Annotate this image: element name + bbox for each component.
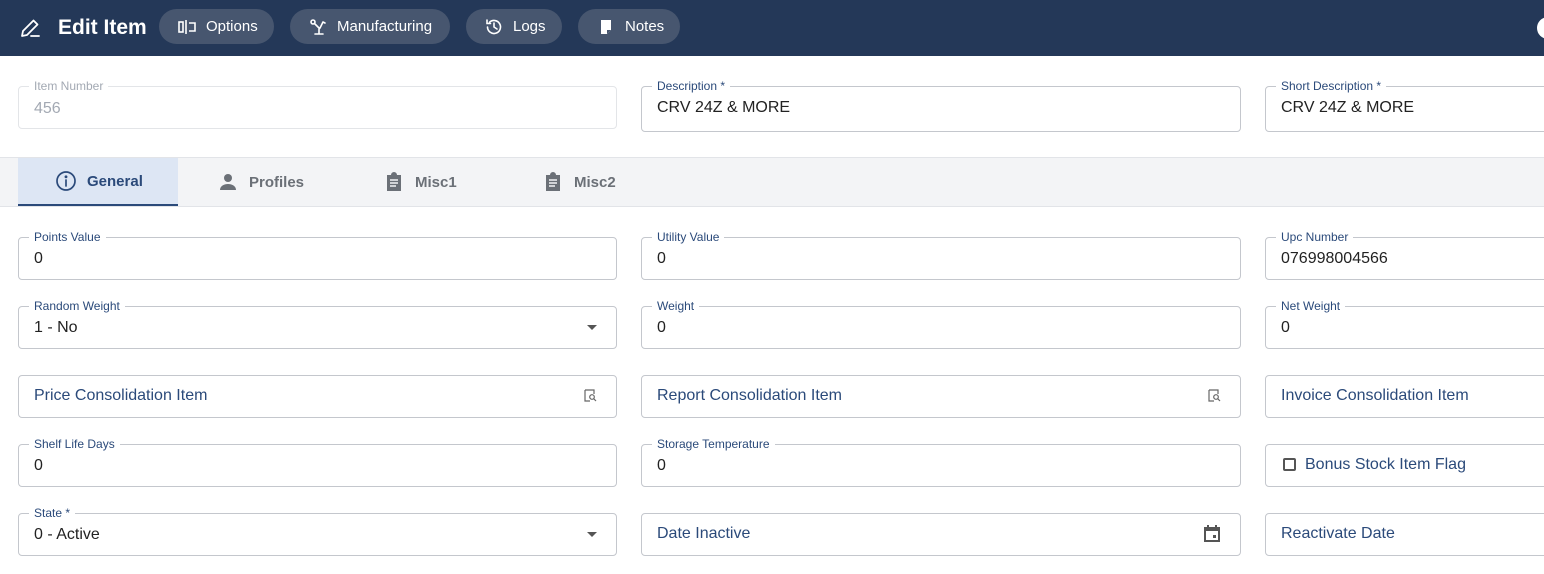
bonus-stock-item-flag-checkbox[interactable]	[1283, 458, 1296, 471]
tab-misc2-label: Misc2	[574, 173, 616, 191]
weight-label: Weight	[652, 299, 700, 313]
tab-general-label: General	[87, 172, 143, 190]
net-weight-value: 0	[1281, 319, 1290, 336]
search-icon[interactable]	[584, 389, 597, 402]
tab-profiles-label: Profiles	[249, 173, 305, 191]
robot-arm-icon	[310, 18, 326, 35]
clipboard-icon	[546, 172, 560, 191]
tab-misc2[interactable]: Misc2	[542, 158, 616, 206]
storage-temperature-label: Storage Temperature	[652, 437, 775, 451]
utility-value-value: 0	[657, 250, 666, 267]
utility-value-field[interactable]: Utility Value 0	[641, 230, 1241, 280]
page-title: Edit Item	[58, 16, 147, 39]
upc-number-field[interactable]: Upc Number 076998004566	[1265, 230, 1544, 280]
chevron-down-icon[interactable]	[587, 325, 597, 330]
tab-bar: General Profiles Misc1 Misc2	[0, 157, 1544, 207]
tab-misc1-label: Misc1	[415, 173, 457, 191]
clipboard-icon	[387, 172, 401, 191]
shelf-life-days-value: 0	[34, 457, 43, 474]
options-icon	[178, 19, 196, 34]
invoice-consolidation-item-placeholder: Invoice Consolidation Item	[1281, 387, 1469, 404]
item-number-label: Item Number	[29, 79, 109, 93]
random-weight-value: 1 - No	[34, 319, 78, 336]
options-button[interactable]: Options	[159, 9, 274, 44]
tab-misc1[interactable]: Misc1	[383, 158, 457, 206]
points-value-value: 0	[34, 250, 43, 267]
points-value-field[interactable]: Points Value 0	[18, 230, 617, 280]
reactivate-date-placeholder: Reactivate Date	[1281, 525, 1395, 542]
info-icon	[56, 171, 76, 191]
chevron-down-icon[interactable]	[587, 532, 597, 537]
item-number-field: Item Number 456	[18, 79, 617, 129]
tab-profiles[interactable]: Profiles	[217, 158, 304, 206]
short-description-value: CRV 24Z & MORE	[1281, 99, 1415, 116]
weight-field[interactable]: Weight 0	[641, 299, 1241, 349]
avatar[interactable]	[1537, 17, 1544, 39]
utility-value-label: Utility Value	[652, 230, 725, 244]
edit-pencil-icon	[21, 19, 40, 37]
calendar-icon[interactable]	[1201, 523, 1223, 545]
storage-temperature-value: 0	[657, 457, 666, 474]
reactivate-date-field[interactable]: Reactivate Date	[1265, 513, 1544, 556]
state-label: State *	[29, 506, 76, 520]
manufacturing-button[interactable]: Manufacturing	[290, 9, 450, 44]
date-inactive-placeholder: Date Inactive	[657, 525, 751, 542]
invoice-consolidation-item-field[interactable]: Invoice Consolidation Item	[1265, 375, 1544, 418]
storage-temperature-field[interactable]: Storage Temperature 0	[641, 437, 1241, 487]
upc-number-value: 076998004566	[1281, 250, 1388, 267]
upc-number-label: Upc Number	[1276, 230, 1354, 244]
price-consolidation-item-field[interactable]: Price Consolidation Item	[18, 375, 617, 418]
logs-button[interactable]: Logs	[466, 9, 562, 44]
bonus-stock-item-flag-field: Bonus Stock Item Flag	[1265, 444, 1544, 487]
bonus-stock-item-flag-label[interactable]: Bonus Stock Item Flag	[1305, 455, 1466, 475]
tab-general[interactable]: General	[18, 158, 178, 206]
weight-value: 0	[657, 319, 666, 336]
manufacturing-label: Manufacturing	[337, 18, 433, 35]
state-select[interactable]: State * 0 - Active	[18, 506, 617, 556]
shelf-life-days-field[interactable]: Shelf Life Days 0	[18, 437, 617, 487]
person-icon	[220, 174, 236, 190]
price-consolidation-item-placeholder: Price Consolidation Item	[34, 387, 208, 404]
short-description-label: Short Description *	[1276, 79, 1387, 93]
net-weight-field[interactable]: Net Weight 0	[1265, 299, 1544, 349]
description-label: Description *	[652, 79, 731, 93]
description-value: CRV 24Z & MORE	[657, 99, 791, 116]
report-consolidation-item-field[interactable]: Report Consolidation Item	[641, 375, 1241, 418]
notes-label: Notes	[625, 18, 665, 35]
short-description-field[interactable]: Short Description * CRV 24Z & MORE	[1265, 79, 1544, 132]
report-consolidation-item-placeholder: Report Consolidation Item	[657, 387, 842, 404]
notes-icon	[601, 19, 611, 34]
net-weight-label: Net Weight	[1276, 299, 1346, 313]
notes-button[interactable]: Notes	[578, 9, 680, 44]
history-icon	[486, 18, 502, 34]
random-weight-select[interactable]: Random Weight 1 - No	[18, 299, 617, 349]
logs-label: Logs	[513, 18, 546, 35]
description-field[interactable]: Description * CRV 24Z & MORE	[641, 79, 1241, 132]
search-icon[interactable]	[1208, 389, 1221, 402]
state-value: 0 - Active	[34, 526, 100, 543]
shelf-life-days-label: Shelf Life Days	[29, 437, 120, 451]
options-label: Options	[206, 18, 258, 35]
item-number-value: 456	[34, 100, 61, 117]
top-bar: Edit Item Options Manufacturing Logs Not…	[0, 0, 1544, 56]
date-inactive-field[interactable]: Date Inactive	[641, 513, 1241, 556]
random-weight-label: Random Weight	[29, 299, 125, 313]
points-value-label: Points Value	[29, 230, 106, 244]
